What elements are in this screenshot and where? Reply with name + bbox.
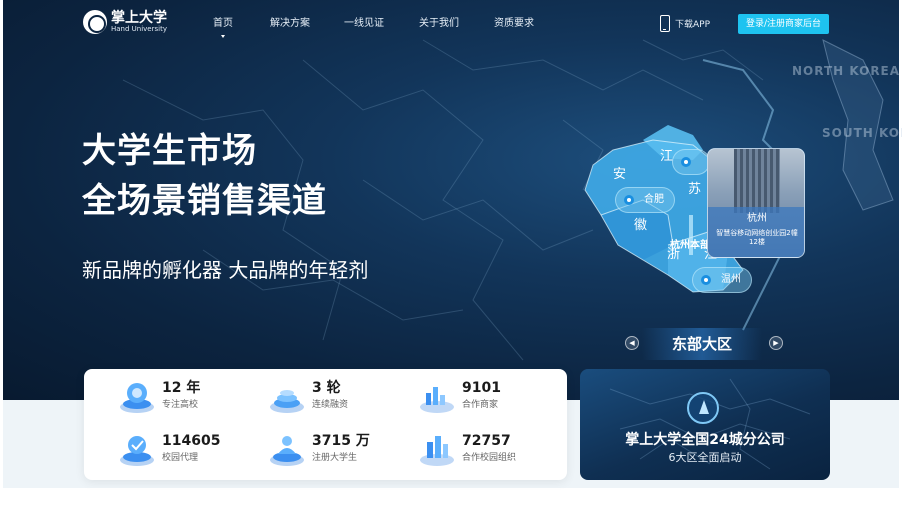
agent-icon (120, 436, 154, 466)
nav-item-solutions[interactable]: 解决方案 (270, 18, 310, 30)
stat-item: 12 年 专注高校 (118, 377, 258, 417)
login-register-button[interactable]: 登录/注册商家后台 (738, 14, 829, 34)
headline-line-2: 全场景销售渠道 (82, 181, 327, 221)
region-prev-button[interactable]: ◀ (625, 336, 639, 350)
hq-label: 杭州本部 (670, 240, 710, 251)
stat-value: 9101 (462, 380, 501, 396)
top-nav: 掌上大学 Hand University 首页 解决方案 一线见证 关于我们 资… (0, 0, 902, 48)
branch-subtitle: 6大区全面启动 (668, 451, 742, 464)
page: 掌上大学 Hand University 首页 解决方案 一线见证 关于我们 资… (0, 0, 902, 511)
office-city: 杭州 (747, 213, 767, 224)
stat-label: 专注高校 (162, 400, 199, 410)
stat-label: 注册大学生 (312, 453, 358, 463)
country-label-south-korea: SOUTH KOREA (822, 126, 902, 140)
office-photo-card[interactable]: 杭州 智慧谷移动网络创业园2幢12楼 (707, 148, 805, 258)
nav-item-about[interactable]: 关于我们 (419, 18, 459, 30)
country-label-north-korea: NORTH KOREA (792, 64, 901, 78)
compass-icon (687, 392, 719, 424)
organization-icon (420, 436, 454, 466)
office-building-image (734, 149, 780, 213)
map-pin-hefei[interactable]: 合肥 (615, 187, 675, 213)
logo-icon (83, 10, 107, 34)
region-next-button[interactable]: ▶ (769, 336, 783, 350)
province-label: 苏 (688, 182, 702, 197)
download-app-label: 下载APP (675, 20, 711, 30)
stat-item: 3715 万 注册大学生 (268, 430, 408, 470)
province-label: 徽 (634, 218, 648, 233)
stat-item: 9101 合作商家 (418, 377, 558, 417)
stat-label: 合作商家 (462, 400, 499, 410)
stat-value: 114605 (162, 433, 221, 449)
pin-label: 温州 (721, 274, 741, 285)
campus-icon (120, 383, 154, 413)
pin-label: 合肥 (644, 194, 664, 205)
branch-card[interactable]: 掌上大学全国24城分公司 6大区全面启动 (580, 369, 830, 480)
logo[interactable]: 掌上大学 Hand University (83, 10, 167, 34)
nav-item-home[interactable]: 首页 (213, 18, 233, 38)
stat-value: 3 轮 (312, 380, 341, 396)
merchant-icon (420, 387, 454, 413)
stat-label: 合作校园组织 (462, 453, 517, 463)
pin-dot-icon (624, 195, 634, 205)
province-label: 安 (613, 167, 627, 182)
branch-title: 掌上大学全国24城分公司 (625, 432, 785, 448)
stat-item: 114605 校园代理 (118, 430, 258, 470)
nav-item-qualifications[interactable]: 资质要求 (494, 18, 534, 30)
map-pin[interactable] (672, 149, 710, 175)
student-icon (270, 436, 304, 466)
hero-slogan: 新品牌的孵化器 大品牌的年轻剂 (82, 258, 369, 282)
stat-label: 连续融资 (312, 400, 349, 410)
stat-value: 12 年 (162, 380, 201, 396)
stats-card: 12 年 专注高校 3 轮 连续融资 9101 合作商家 114605 校园代理… (84, 369, 567, 480)
pin-dot-icon (701, 275, 711, 285)
nav-item-testimonials[interactable]: 一线见证 (344, 18, 384, 30)
funding-icon (270, 390, 304, 413)
pin-dot-icon (681, 157, 691, 167)
stat-item: 72757 合作校园组织 (418, 430, 558, 470)
logo-name-cn: 掌上大学 (111, 9, 167, 26)
map-pin-wenzhou[interactable]: 温州 (692, 267, 752, 293)
phone-icon (660, 15, 670, 32)
stat-value: 72757 (462, 433, 511, 449)
logo-name-en: Hand University (111, 24, 167, 33)
office-address: 智慧谷移动网络创业园2幢12楼 (716, 229, 798, 246)
stat-label: 校园代理 (162, 453, 199, 463)
stat-item: 3 轮 连续融资 (268, 377, 408, 417)
region-name: 东部大区 (642, 328, 762, 360)
headline-line-1: 大学生市场 (82, 131, 257, 171)
download-app-link[interactable]: 下载APP (660, 15, 710, 32)
stat-value: 3715 万 (312, 433, 370, 449)
